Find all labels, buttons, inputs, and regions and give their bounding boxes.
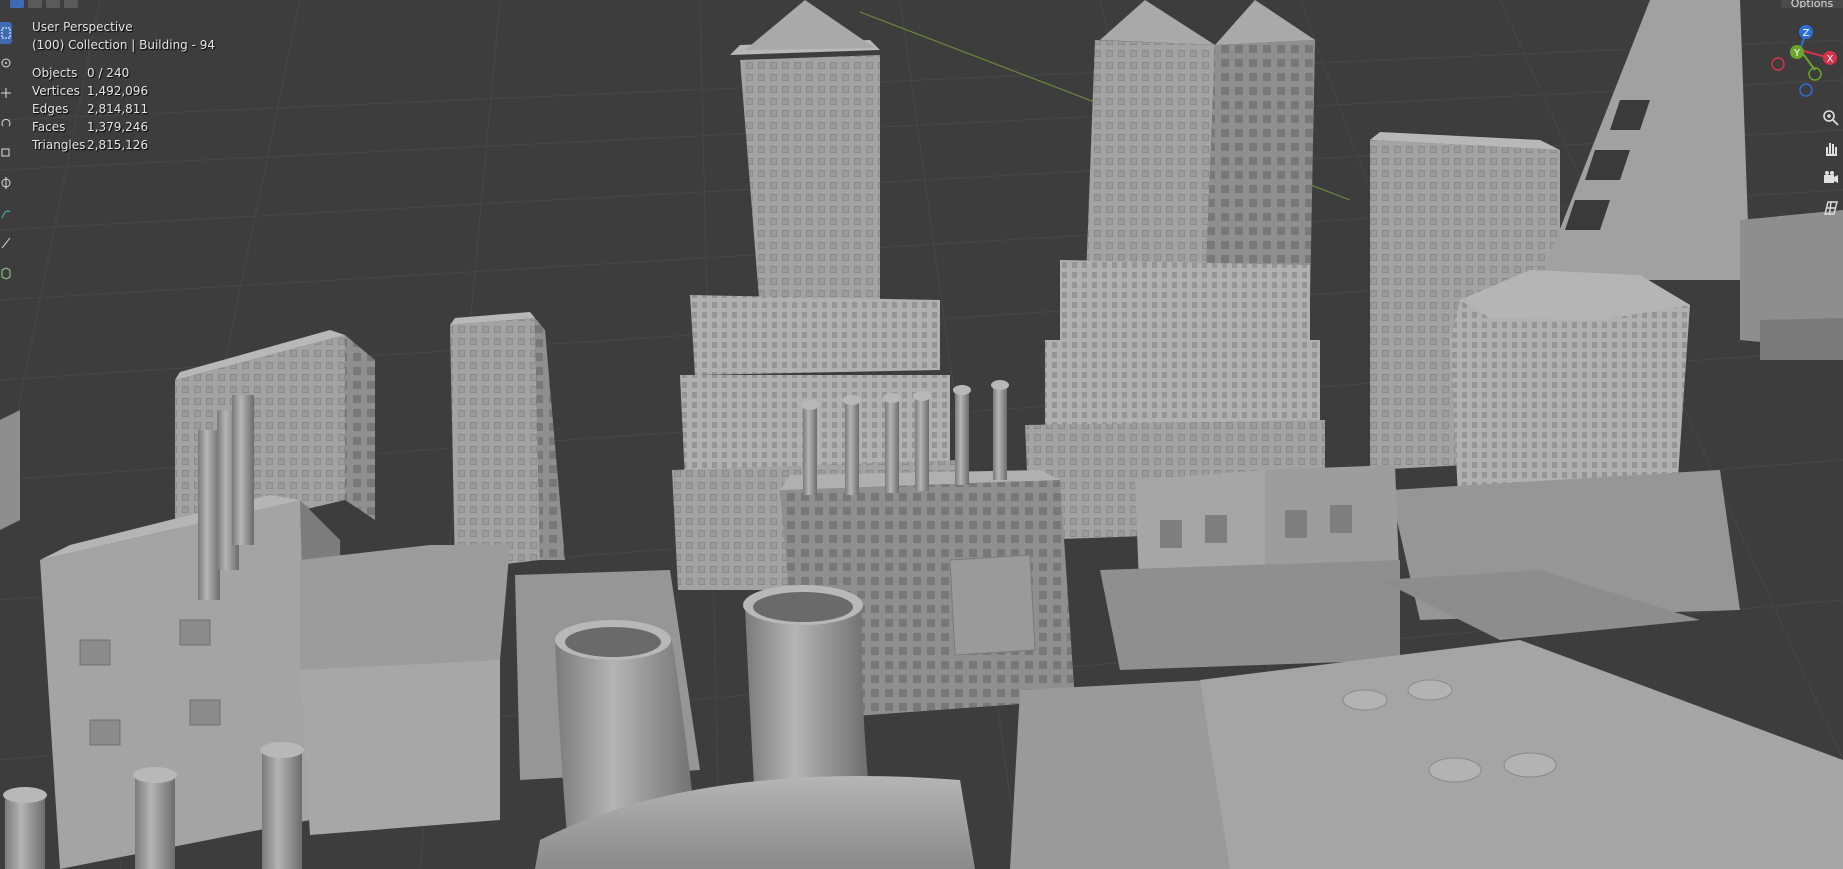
stat-value: 2,815,126 [87,138,149,152]
building-far-right [1740,210,1843,360]
annotate-icon[interactable] [0,202,12,224]
stat-label: Objects [32,66,78,80]
stat-row-triangles: Triangles 2,815,126 [32,138,148,156]
stat-label: Faces [32,120,66,134]
cooling-tower-center [743,585,870,800]
select-mode-edge-button[interactable] [28,0,42,8]
view-name-label: User Perspective [32,20,133,34]
stat-value: 1,379,246 [87,120,149,134]
scene-statistics: Objects 0 / 240 Vertices 1,492,096 Edges 2,… [32,66,148,156]
hand-pan-icon[interactable] [1818,135,1843,161]
viewport-header-strip [10,0,78,8]
collection-label: (100) Collection | Building - 94 [32,38,216,52]
stat-row-edges: Edges 2,814,811 [32,102,148,120]
select-mode-face-button[interactable] [46,0,60,8]
zoom-icon[interactable] [1818,105,1843,131]
add-cube-icon[interactable] [0,262,12,284]
stat-label: Vertices [32,84,80,98]
stat-value: 0 / 240 [87,66,130,80]
stat-label: Edges [32,102,69,116]
options-button[interactable]: Options [1781,0,1843,8]
stat-value: 1,492,096 [87,84,149,98]
select-box-icon[interactable] [0,22,12,44]
3d-viewport[interactable]: Z Y X [0,0,1843,869]
stat-value: 2,814,811 [87,102,149,116]
measure-icon[interactable] [0,232,12,254]
transform-icon[interactable] [0,172,12,194]
rotate-icon[interactable] [0,112,12,134]
stat-row-faces: Faces 1,379,246 [32,120,148,138]
building-left-edge [0,410,20,530]
building-small-houses [1100,465,1400,670]
svg-text:Z: Z [1803,28,1810,39]
select-mode-vertex-button[interactable] [10,0,24,8]
select-mode-extra-button[interactable] [64,0,78,8]
stat-label: Triangles [32,138,86,152]
grid-ortho-icon[interactable] [1818,195,1843,221]
svg-text:X: X [1827,54,1834,65]
tool-shelf [0,22,12,292]
camera-icon[interactable] [1818,165,1843,191]
stat-row-objects: Objects 0 / 240 [32,66,148,84]
cursor-icon[interactable] [0,52,12,74]
move-icon[interactable] [0,82,12,104]
stat-row-vertices: Vertices 1,492,096 [32,84,148,102]
svg-text:Y: Y [1793,48,1801,59]
scale-icon[interactable] [0,142,12,164]
